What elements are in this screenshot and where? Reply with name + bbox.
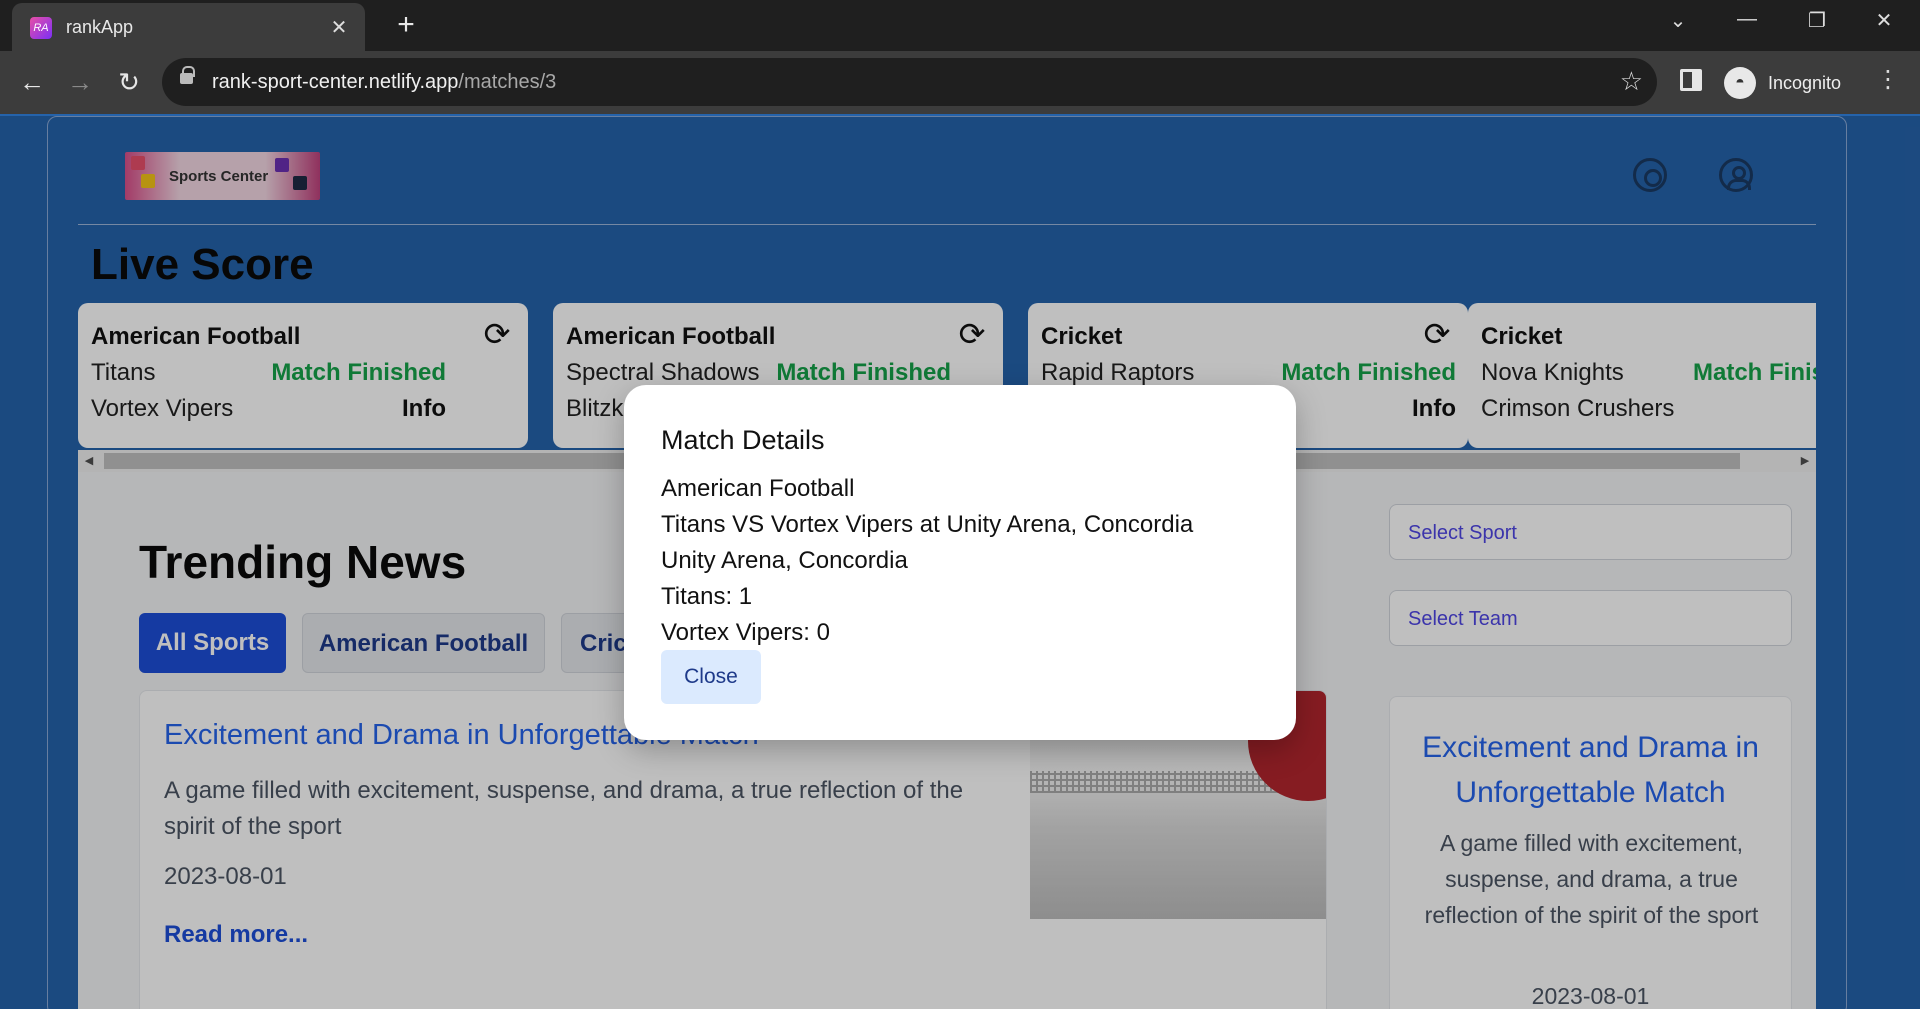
tab-close-icon[interactable]: ✕: [327, 15, 351, 40]
browser-menu-icon[interactable]: ⋮: [1876, 65, 1900, 94]
team1-score: Titans: 1: [661, 583, 753, 610]
modal-title: Match Details: [661, 425, 825, 455]
team2-score: Vortex Vipers: 0: [661, 619, 830, 646]
lock-icon: [180, 66, 195, 84]
browser-tab-bar: RA rankApp ✕ + ⌄ — ❐ ✕: [0, 0, 1920, 51]
tab-search-icon[interactable]: ⌄: [1658, 8, 1698, 33]
match-matchup: Titans VS Vortex Vipers at Unity Arena, …: [661, 511, 1194, 538]
restore-icon[interactable]: ❐: [1797, 8, 1837, 33]
match-venue: Unity Arena, Concordia: [661, 547, 908, 574]
new-tab-icon[interactable]: +: [390, 10, 422, 40]
url-text: rank-sport-center.netlify.app/matches/3: [212, 71, 557, 93]
incognito-icon: ◓: [1724, 67, 1756, 99]
browser-toolbar: ← → ↻ rank-sport-center.netlify.app/matc…: [0, 51, 1920, 114]
match-details-modal: Match Details American Football Titans V…: [624, 385, 1296, 740]
incognito-label: Incognito: [1768, 73, 1842, 93]
bookmark-star-icon[interactable]: ☆: [1620, 66, 1643, 97]
window-close-icon[interactable]: ✕: [1864, 8, 1904, 33]
reload-icon[interactable]: ↻: [112, 65, 146, 99]
forward-arrow-icon[interactable]: →: [63, 65, 97, 99]
browser-tab[interactable]: RA rankApp ✕: [12, 3, 365, 51]
minimize-icon[interactable]: —: [1727, 8, 1767, 31]
app-favicon-icon: RA: [30, 17, 52, 39]
side-panel-icon[interactable]: [1680, 69, 1702, 91]
tab-title: rankApp: [66, 17, 134, 37]
close-button[interactable]: Close: [661, 650, 761, 704]
match-sport: American Football: [661, 475, 855, 502]
address-bar[interactable]: rank-sport-center.netlify.app/matches/3 …: [162, 58, 1657, 106]
back-arrow-icon[interactable]: ←: [15, 65, 49, 99]
incognito-indicator[interactable]: ◓ Incognito: [1720, 59, 1852, 107]
